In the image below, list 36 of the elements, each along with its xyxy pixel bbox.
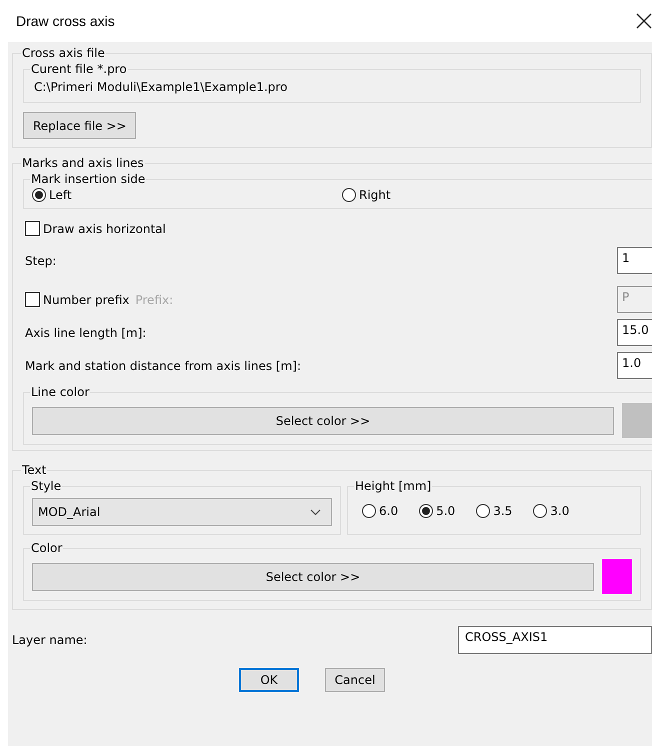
radio-option[interactable]: 6.0 [362,504,398,518]
field-label: Axis line length [m]: [25,326,146,340]
close-icon[interactable] [636,13,652,29]
window-title: Draw cross axis [16,13,115,29]
group-legend: Curent file *.pro [30,62,128,76]
ok-button[interactable]: OK [239,668,299,692]
select-color-button[interactable]: Select color >> [32,562,594,590]
field-label: Step: [25,254,56,268]
cancel-button[interactable]: Cancel [325,668,385,692]
checkbox-option[interactable]: Draw axis horizontal [25,221,166,236]
distance-field[interactable]: 1.0 [617,352,652,379]
step-field[interactable]: 1 [617,247,652,274]
group-legend: Line color [30,385,90,399]
radio-option[interactable]: Left [32,188,342,202]
field-label: Layer name: [12,633,88,647]
group-legend: Cross axis file [21,46,106,60]
group-legend: Mark insertion side [30,172,146,186]
field-label: Mark and station distance from axis lines [m]: [25,358,301,372]
group-legend: Height [mm] [354,479,432,493]
layer-name-field[interactable]: CROSS_AXIS1 [458,626,652,654]
style-dropdown[interactable]: MOD_Arial [32,498,332,526]
replace-file-button[interactable]: Replace file >> [23,112,136,139]
chevron-down-icon [310,508,321,516]
length-field[interactable]: 15.0 [617,319,652,346]
radio-option[interactable]: Right [342,188,652,202]
group-legend: Marks and axis lines [21,156,145,170]
radio-option[interactable]: 3.0 [533,504,570,518]
checkbox-option[interactable]: Number prefix [25,292,130,307]
radio-option[interactable]: 3.5 [476,504,512,518]
group-legend: Color [30,541,64,555]
group-legend: Text [21,463,48,477]
group-legend: Style [30,479,62,493]
select-color-button[interactable]: Select color >> [32,406,614,434]
file-path: C:\Primeri Moduli\Example1\Example1.pro [33,79,288,96]
radio-option[interactable]: 5.0 [419,504,456,518]
field-label: Prefix: [135,292,174,306]
